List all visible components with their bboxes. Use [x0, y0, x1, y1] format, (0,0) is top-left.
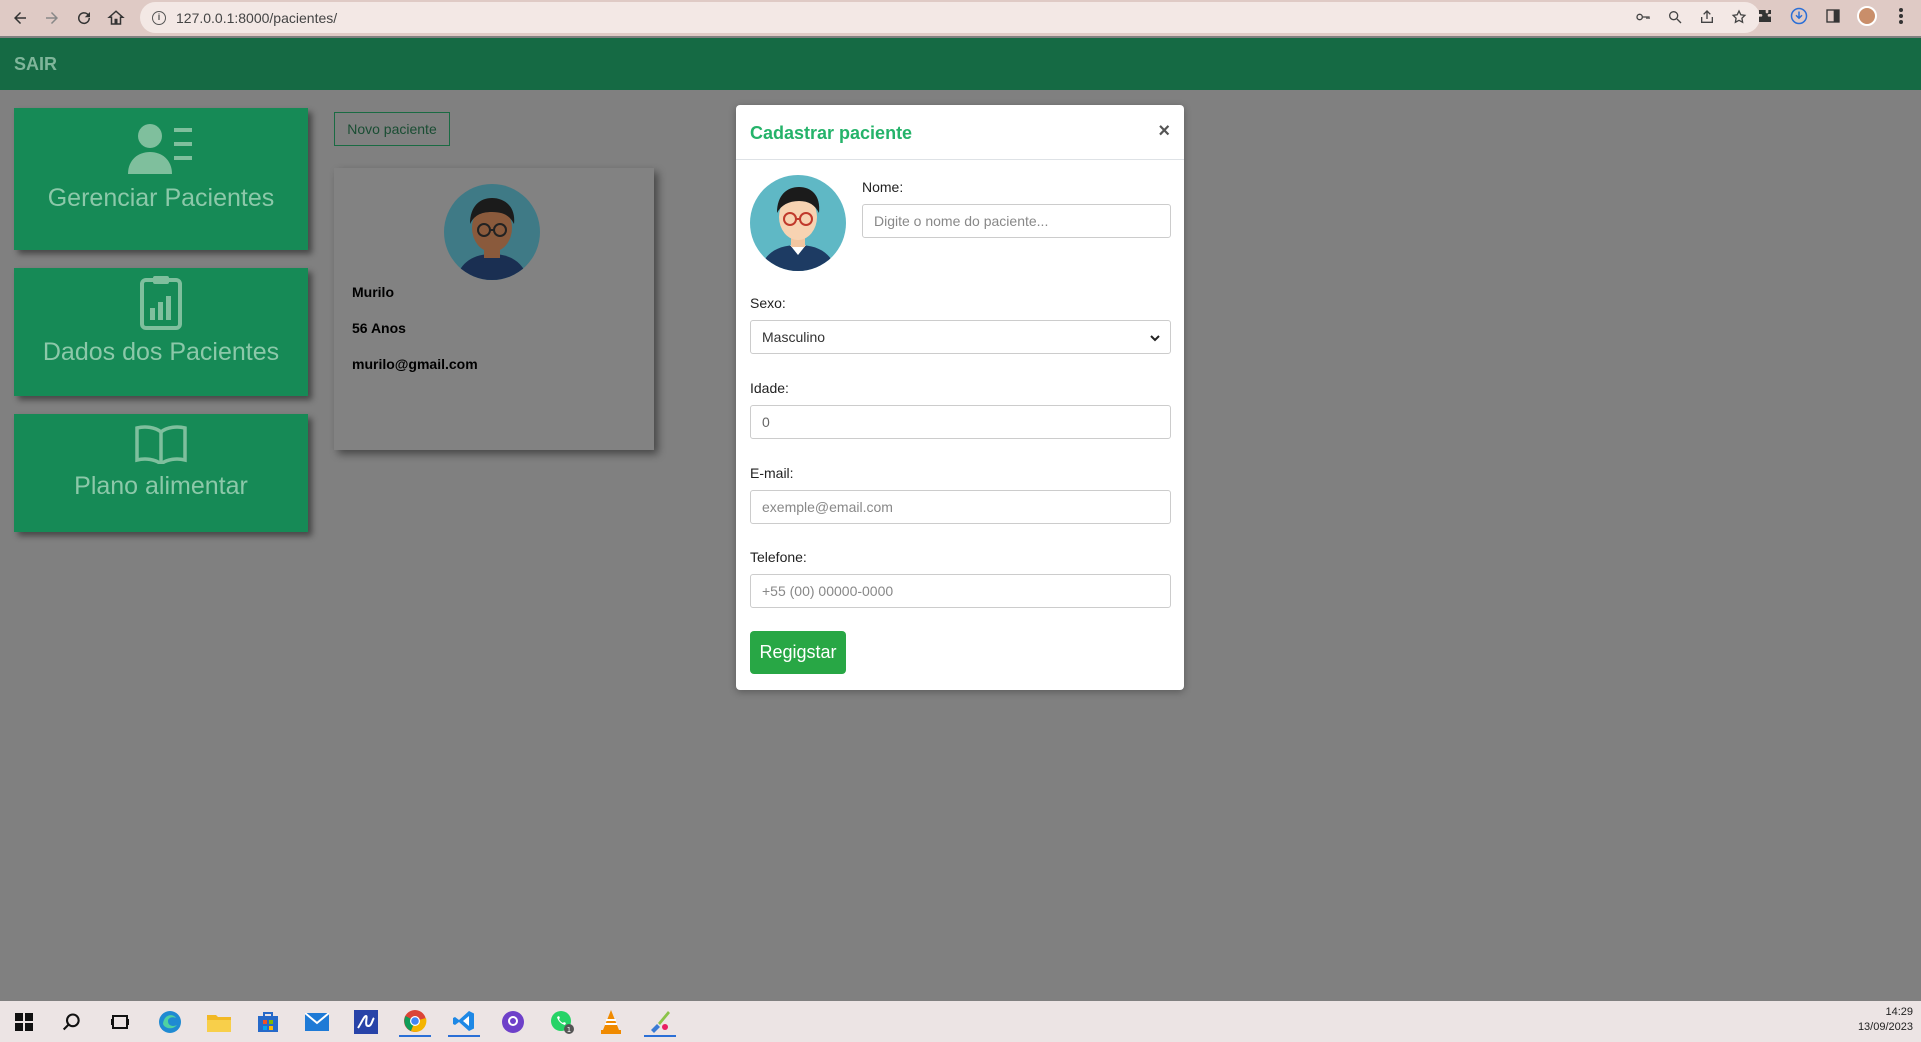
sidepanel-icon[interactable] — [1823, 6, 1843, 26]
forward-icon[interactable] — [40, 6, 64, 30]
task-view-icon[interactable] — [104, 1007, 136, 1037]
page-content: SAIR Gerenciar Pacientes Dados dos Pacie… — [0, 38, 1921, 1001]
patient-avatar-placeholder — [750, 175, 846, 271]
browser-toolbar: i 127.0.0.1:8000/pacientes/ — [0, 0, 1921, 36]
os-taskbar: 1 14:29 13/09/2023 — [0, 1001, 1921, 1042]
system-clock[interactable]: 14:29 13/09/2023 — [1858, 1005, 1913, 1035]
sidebar-item-gerenciar-pacientes[interactable]: Gerenciar Pacientes — [14, 108, 308, 250]
name-label: Nome: — [862, 179, 904, 195]
register-patient-modal: Cadastrar paciente × Nome: Digite o nome… — [736, 105, 1184, 690]
store-icon[interactable] — [252, 1007, 284, 1037]
sidebar-item-plano-alimentar[interactable]: Plano alimentar — [14, 414, 308, 532]
sex-selected-value: Masculino — [762, 329, 826, 345]
vscode-icon[interactable] — [448, 1007, 480, 1037]
phone-label: Telefone: — [750, 549, 807, 565]
email-label: E-mail: — [750, 465, 794, 481]
whatsapp-icon[interactable]: 1 — [546, 1007, 578, 1037]
chrome-icon[interactable] — [399, 1007, 431, 1037]
menu-kebab-icon[interactable] — [1891, 6, 1911, 26]
clipboard-chart-icon — [139, 274, 183, 330]
back-icon[interactable] — [8, 6, 32, 30]
modal-title: Cadastrar paciente — [750, 123, 913, 143]
patient-email: murilo@gmail.com — [352, 356, 478, 372]
download-icon[interactable] — [1789, 6, 1809, 26]
profile-avatar[interactable] — [1857, 6, 1877, 26]
github-desktop-icon[interactable] — [497, 1007, 529, 1037]
svg-text:1: 1 — [567, 1026, 571, 1034]
sidebar-item-label: Dados dos Pacientes — [42, 338, 280, 366]
share-icon[interactable] — [1698, 8, 1716, 26]
sidebar-item-label: Gerenciar Pacientes — [47, 184, 275, 212]
sidebar-item-label: Plano alimentar — [74, 472, 248, 500]
signature-app-icon[interactable] — [350, 1007, 382, 1037]
age-field[interactable]: 0 — [750, 405, 1171, 439]
sidebar-item-dados-pacientes[interactable]: Dados dos Pacientes — [14, 268, 308, 396]
user-list-icon — [128, 122, 194, 176]
chevron-down-icon — [1150, 329, 1160, 345]
vlc-icon[interactable] — [595, 1007, 627, 1037]
sex-label: Sexo: — [750, 295, 786, 311]
address-bar[interactable]: i 127.0.0.1:8000/pacientes/ — [140, 2, 1760, 33]
patient-age: 56 Anos — [352, 320, 406, 336]
book-icon — [135, 424, 187, 464]
clock-time: 14:29 — [1885, 1006, 1913, 1018]
file-explorer-icon[interactable] — [203, 1007, 235, 1037]
name-field[interactable]: Digite o nome do paciente... — [862, 204, 1171, 238]
extensions-puzzle-icon[interactable] — [1755, 6, 1775, 26]
email-field[interactable]: exemple@email.com — [750, 490, 1171, 524]
patient-avatar — [444, 184, 540, 280]
modal-header: Cadastrar paciente × — [736, 105, 1184, 160]
bookmark-star-icon[interactable] — [1730, 8, 1748, 26]
url-text: 127.0.0.1:8000/pacientes/ — [176, 9, 338, 26]
key-icon[interactable] — [1634, 8, 1652, 26]
reload-icon[interactable] — [72, 6, 96, 30]
windows-start-icon[interactable] — [8, 1007, 40, 1037]
patient-name: Murilo — [352, 284, 394, 300]
age-value: 0 — [762, 414, 770, 430]
clock-date: 13/09/2023 — [1857, 1021, 1913, 1033]
edge-browser-icon[interactable] — [154, 1007, 186, 1037]
patient-card[interactable]: Murilo 56 Anos murilo@gmail.com — [334, 168, 654, 450]
new-patient-button[interactable]: Novo paciente — [334, 112, 450, 146]
age-label: Idade: — [750, 380, 789, 396]
register-button[interactable]: Regigstar — [750, 631, 846, 674]
paint-icon[interactable] — [644, 1007, 676, 1037]
close-icon[interactable]: × — [1158, 121, 1170, 141]
phone-field[interactable]: +55 (00) 00000-0000 — [750, 574, 1171, 608]
sex-select[interactable]: Masculino — [750, 320, 1171, 354]
mail-icon[interactable] — [301, 1007, 333, 1037]
zoom-icon[interactable] — [1666, 8, 1684, 26]
home-icon[interactable] — [104, 6, 128, 30]
logout-link[interactable]: SAIR — [14, 54, 57, 75]
search-icon[interactable] — [56, 1007, 88, 1037]
site-info-icon[interactable]: i — [152, 10, 166, 25]
top-navbar: SAIR — [0, 38, 1921, 90]
